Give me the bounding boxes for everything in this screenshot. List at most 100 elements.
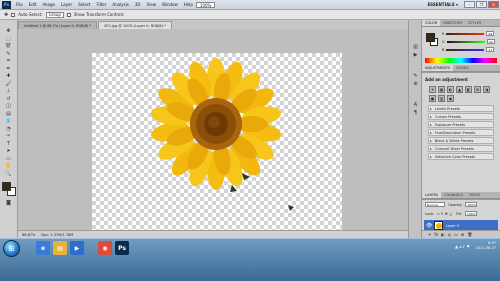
layer-style-icon[interactable]: fx: [434, 232, 438, 237]
layer-visibility-eye-icon[interactable]: 👁: [426, 223, 432, 229]
preset-exposure[interactable]: Exposure Presets: [428, 121, 494, 128]
quick-select-tool-icon[interactable]: ✎: [2, 51, 15, 59]
hand-tool-icon[interactable]: ✋: [2, 163, 15, 171]
preset-curves[interactable]: Curves Presets: [428, 113, 494, 120]
slider-g-track[interactable]: [446, 40, 485, 43]
status-zoom[interactable]: 66.67%: [22, 233, 35, 237]
auto-select-dropdown[interactable]: Group: [45, 11, 64, 18]
eyedropper-tool-icon[interactable]: ✒: [2, 66, 15, 74]
hue-saturation-icon[interactable]: ⊞: [474, 86, 481, 93]
paragraph-panel-icon[interactable]: ¶: [409, 110, 422, 118]
move-tool-icon[interactable]: ✥: [2, 28, 15, 36]
menu-window[interactable]: Window: [159, 2, 181, 7]
document-tab-sf0[interactable]: SF0.jpg @ 100% (Layer 0, RGB/8) *: [98, 21, 172, 29]
taskbar-photoshop-icon[interactable]: Ps: [115, 241, 129, 255]
image-canvas[interactable]: [92, 53, 342, 240]
tab-masks[interactable]: MASKS: [453, 65, 471, 71]
color-swatches[interactable]: [1, 182, 16, 196]
menu-edit[interactable]: Edit: [26, 2, 40, 7]
slider-g-value[interactable]: 40: [486, 39, 495, 44]
character-panel-icon[interactable]: A: [409, 102, 422, 110]
quick-mask-icon[interactable]: ◙: [2, 200, 15, 208]
crop-tool-icon[interactable]: ⌗: [2, 58, 15, 66]
system-clock[interactable]: 8:37 2011-06-27: [476, 241, 496, 251]
color-spectrum-bar[interactable]: [425, 58, 497, 63]
history-brush-icon[interactable]: ↺: [2, 96, 15, 104]
preset-hue-saturation[interactable]: Hue/Saturation Presets: [428, 129, 494, 136]
menu-file[interactable]: File: [13, 2, 26, 7]
preset-black-white[interactable]: Black & White Presets: [428, 137, 494, 144]
new-group-icon[interactable]: ▭: [454, 232, 458, 237]
tab-channels[interactable]: CHANNELS: [441, 192, 466, 198]
brightness-contrast-icon[interactable]: ☀: [429, 86, 436, 93]
system-tray-icons[interactable]: ▲ ◂ ♪ ⚑: [455, 244, 470, 249]
minimize-button[interactable]: –: [464, 1, 475, 8]
channel-mixer-icon[interactable]: ◉: [447, 95, 454, 102]
slider-r-track[interactable]: [446, 32, 485, 35]
menu-select[interactable]: Select: [75, 2, 93, 7]
preset-channel-mixer[interactable]: Channel Mixer Presets: [428, 145, 494, 152]
menu-help[interactable]: Help: [181, 2, 196, 7]
preset-selective-color[interactable]: Selective Color Presets: [428, 153, 494, 160]
move-tool-icon[interactable]: ✥: [4, 12, 8, 18]
curves-icon[interactable]: ◐: [447, 86, 454, 93]
brushes-panel-icon[interactable]: ✎: [409, 73, 422, 81]
taskbar-chrome-icon[interactable]: ◉: [98, 241, 112, 255]
type-tool-icon[interactable]: T: [2, 141, 15, 149]
menu-layer[interactable]: Layer: [58, 2, 75, 7]
blur-tool-icon[interactable]: 💧: [2, 118, 15, 126]
tab-swatches[interactable]: SWATCHES: [440, 20, 465, 26]
panel-foreground-swatch[interactable]: [426, 33, 435, 42]
maximize-button[interactable]: ❐: [476, 1, 487, 8]
menu-filter[interactable]: Filter: [93, 2, 109, 7]
pen-tool-icon[interactable]: ✑: [2, 133, 15, 141]
slider-b-value[interactable]: 17: [486, 47, 495, 52]
tab-paths[interactable]: PATHS: [466, 192, 483, 198]
layer-mask-icon[interactable]: ◐: [441, 232, 445, 237]
document-tab-untitled[interactable]: Untitled-1 @ 66.7% (Layer 0, RGB/8) *: [18, 21, 98, 29]
menu-3d[interactable]: 3D: [132, 2, 144, 7]
layer-name[interactable]: Layer 0: [446, 224, 459, 228]
menu-image[interactable]: Image: [39, 2, 58, 7]
dodge-tool-icon[interactable]: ◔: [2, 126, 15, 134]
black-white-icon[interactable]: ▣: [429, 95, 436, 102]
taskbar-explorer-icon[interactable]: ▤: [53, 241, 67, 255]
slider-r[interactable]: R 62: [442, 31, 495, 36]
lasso-tool-icon[interactable]: ➰: [2, 43, 15, 51]
history-panel-icon[interactable]: ▥: [409, 44, 422, 52]
gradient-tool-icon[interactable]: ▤: [2, 111, 15, 119]
fill-field[interactable]: 100%: [464, 211, 477, 216]
healing-brush-icon[interactable]: ✚: [2, 73, 15, 81]
blend-mode-dropdown[interactable]: Normal: [425, 202, 445, 207]
vibrance-icon[interactable]: ◧: [465, 86, 472, 93]
new-layer-icon[interactable]: ⊞: [461, 232, 464, 237]
delete-layer-icon[interactable]: 🗑: [467, 232, 472, 237]
clone-source-panel-icon[interactable]: ⊕: [409, 81, 422, 89]
show-transform-checkbox[interactable]: [66, 12, 71, 17]
auto-select-checkbox[interactable]: [11, 12, 16, 17]
tab-layers[interactable]: LAYERS: [422, 192, 442, 198]
slider-g[interactable]: G 40: [442, 39, 495, 44]
clone-stamp-icon[interactable]: ⊥: [2, 88, 15, 96]
eraser-tool-icon[interactable]: ◫: [2, 103, 15, 111]
shape-tool-icon[interactable]: ▭: [2, 156, 15, 164]
taskbar-ie-icon[interactable]: e: [36, 241, 50, 255]
tab-styles[interactable]: STYLES: [465, 20, 484, 26]
path-select-icon[interactable]: ➤: [2, 148, 15, 156]
close-button[interactable]: ✕: [488, 1, 499, 8]
opacity-field[interactable]: 100%: [465, 202, 478, 207]
photo-filter-icon[interactable]: ▥: [438, 95, 445, 102]
slider-b[interactable]: B 17: [442, 47, 495, 52]
tab-adjustments[interactable]: ADJUSTMENTS: [422, 65, 454, 71]
levels-icon[interactable]: ▦: [438, 86, 445, 93]
adjustment-layer-icon[interactable]: ◎: [448, 232, 452, 237]
zoom-tool-icon[interactable]: 🔍: [2, 171, 15, 179]
exposure-icon[interactable]: ▲: [456, 86, 463, 93]
workspace-switcher[interactable]: ESSENTIALS ▾: [427, 2, 458, 7]
taskbar-media-player-icon[interactable]: ▶: [70, 241, 84, 255]
actions-panel-icon[interactable]: ▶: [409, 52, 422, 60]
color-balance-icon[interactable]: ◑: [483, 86, 490, 93]
link-layers-icon[interactable]: ⚭: [428, 232, 431, 237]
slider-r-value[interactable]: 62: [486, 31, 495, 36]
start-button[interactable]: ⊞: [3, 240, 20, 257]
